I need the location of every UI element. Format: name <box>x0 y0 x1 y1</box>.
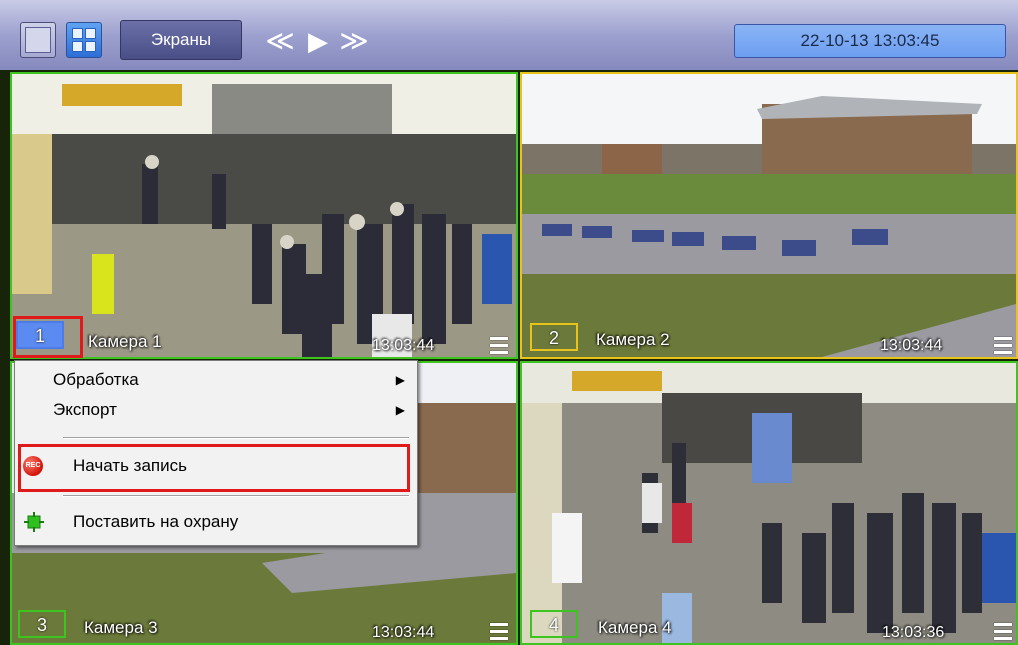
camera-3-time: 13:03:44 <box>372 624 435 641</box>
camera-1-name: Камера 1 <box>88 332 162 351</box>
camera-4-menu-icon[interactable] <box>992 620 1014 642</box>
single-screen-icon <box>25 27 51 53</box>
datetime-display: 22-10-13 13:03:45 <box>734 24 1006 58</box>
submenu-arrow-icon: ▶ <box>395 373 405 387</box>
single-view-button[interactable] <box>20 22 56 58</box>
menu-separator <box>63 495 409 497</box>
camera-2-name: Камера 2 <box>596 330 670 349</box>
camera-2-number-badge[interactable]: 2 <box>530 323 578 351</box>
menu-item-export[interactable]: Экспорт ▶ <box>15 395 417 425</box>
play-icon[interactable]: ▶ <box>300 24 336 58</box>
camera-1-time: 13:03:44 <box>372 337 435 354</box>
start-recording-highlight <box>18 444 410 492</box>
rewind-icon[interactable]: ≪ <box>262 24 298 58</box>
menu-item-processing-label: Обработка <box>53 370 139 389</box>
camera-1-badge-highlight <box>13 316 83 358</box>
fast-forward-icon[interactable]: ≫ <box>336 24 372 58</box>
camera-3-number-badge[interactable]: 3 <box>18 610 66 638</box>
camera-2-menu-icon[interactable] <box>992 334 1014 356</box>
camera-2-time: 13:03:44 <box>880 337 943 354</box>
toolbar: Экраны ≪ ▶ ≫ 22-10-13 13:03:45 <box>0 0 1018 71</box>
quad-grid-icon <box>72 28 83 39</box>
camera-1-video <box>12 74 516 357</box>
camera-2-video <box>522 74 1016 357</box>
menu-item-arm-label: Поставить на охрану <box>73 512 239 531</box>
quad-view-button[interactable] <box>66 22 102 58</box>
camera-4-video <box>522 363 1016 643</box>
arm-icon <box>24 512 44 532</box>
menu-item-export-label: Экспорт <box>53 400 117 419</box>
camera-4-name: Камера 4 <box>598 618 672 637</box>
camera-4-time: 13:03:36 <box>882 624 945 641</box>
camera-3-name: Камера 3 <box>84 618 158 637</box>
menu-item-processing[interactable]: Обработка ▶ <box>15 365 417 395</box>
camera-view-2[interactable]: 2 Камера 2 13:03:44 <box>520 72 1018 359</box>
camera-view-4[interactable]: 4 Камера 4 13:03:36 <box>520 361 1018 645</box>
screens-button[interactable]: Экраны <box>120 20 242 60</box>
camera-4-number-badge[interactable]: 4 <box>530 610 578 638</box>
camera-grid: 1 Камера 1 13:03:44 2 Камера 2 13:03:44 <box>0 70 1018 645</box>
camera-1-menu-icon[interactable] <box>488 334 510 356</box>
menu-separator <box>63 437 409 439</box>
menu-item-arm[interactable]: Поставить на охрану <box>15 507 417 537</box>
camera-view-1[interactable]: 1 Камера 1 13:03:44 <box>10 72 518 359</box>
camera-3-menu-icon[interactable] <box>488 620 510 642</box>
submenu-arrow-icon: ▶ <box>395 403 405 417</box>
